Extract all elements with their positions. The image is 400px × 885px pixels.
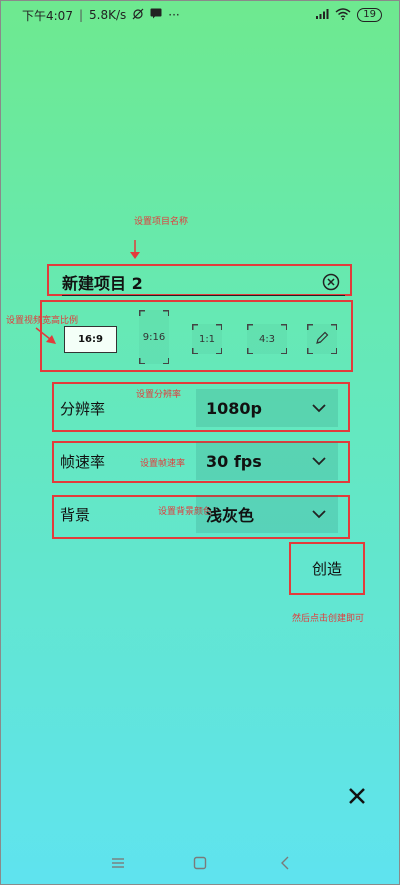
project-name-field[interactable]: 新建项目 2	[62, 268, 345, 296]
close-icon	[348, 787, 366, 809]
battery-icon: 19	[357, 8, 382, 22]
pencil-icon	[315, 331, 329, 348]
chevron-down-icon	[312, 401, 326, 415]
resolution-label: 分辨率	[60, 399, 106, 418]
navigation-bar	[0, 848, 400, 878]
message-icon	[150, 8, 162, 22]
ratio-1-1[interactable]: 1:1	[192, 324, 222, 354]
background-label: 背景	[60, 505, 91, 524]
create-button[interactable]: 创造	[290, 542, 364, 594]
framerate-dropdown[interactable]: 30 fps	[196, 442, 338, 480]
project-name-input[interactable]: 新建项目 2	[62, 270, 321, 294]
background-row: 背景 浅灰色	[60, 495, 340, 533]
resolution-row: 分辨率 1080p	[60, 389, 340, 427]
close-button[interactable]	[346, 787, 368, 809]
background-value: 浅灰色	[206, 506, 255, 525]
status-time: 下午4:07	[22, 8, 73, 23]
annotation-then-create: 然后点击创建即可	[292, 614, 365, 624]
more-icon: ···	[168, 8, 180, 22]
ratio-custom-button[interactable]	[307, 324, 337, 354]
sync-off-icon	[132, 8, 144, 23]
background-dropdown[interactable]: 浅灰色	[196, 495, 338, 533]
signal-icon	[315, 8, 329, 23]
wifi-icon	[335, 7, 351, 23]
annotation-arrow-down-icon	[130, 240, 140, 259]
resolution-value: 1080p	[206, 398, 262, 418]
home-icon[interactable]	[189, 852, 211, 874]
status-bar: 下午4:07 | 5.8K/s ··· 19	[0, 0, 400, 30]
menu-icon[interactable]	[107, 852, 129, 874]
back-icon[interactable]	[274, 852, 296, 874]
aspect-ratio-selector: 16:9 9:16 1:1 4:3	[55, 306, 345, 368]
framerate-row: 帧速率 30 fps	[60, 442, 340, 480]
network-speed: 5.8K/s	[89, 8, 127, 22]
annotation-set-name: 设置项目名称	[134, 217, 189, 227]
chevron-down-icon	[312, 454, 326, 468]
ratio-16-9[interactable]: 16:9	[64, 326, 117, 353]
framerate-value: 30 fps	[206, 451, 262, 471]
ratio-4-3[interactable]: 4:3	[247, 324, 287, 354]
clear-icon[interactable]	[321, 272, 341, 292]
ratio-9-16[interactable]: 9:16	[139, 310, 169, 364]
framerate-label: 帧速率	[60, 452, 106, 471]
resolution-dropdown[interactable]: 1080p	[196, 389, 338, 427]
chevron-down-icon	[312, 507, 326, 521]
